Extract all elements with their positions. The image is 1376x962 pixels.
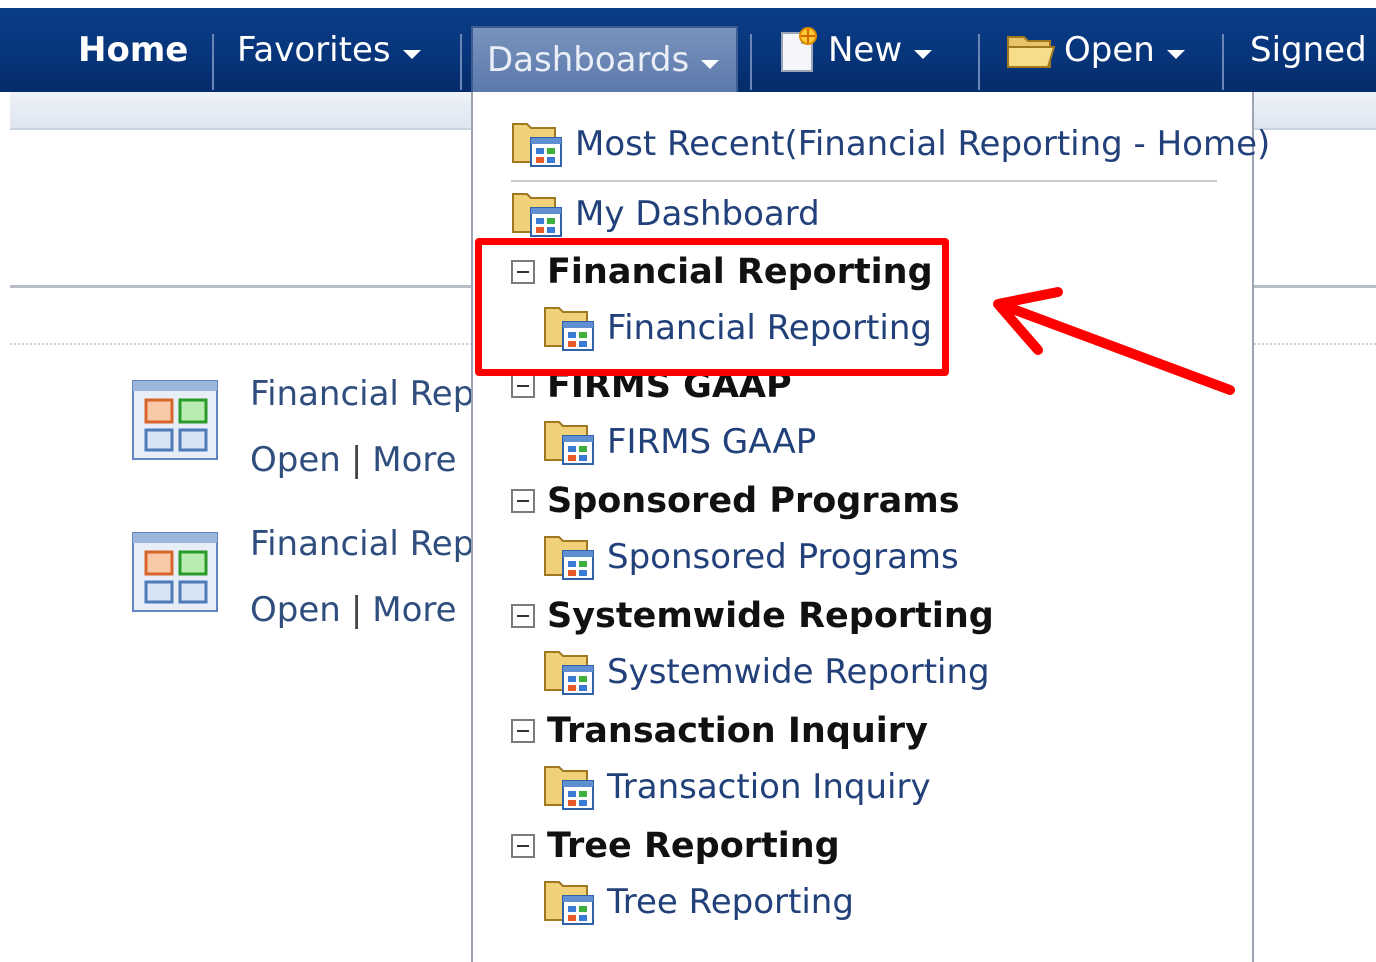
nav-open-label: Open bbox=[1064, 30, 1155, 70]
menu-group-transaction-inquiry[interactable]: Transaction Inquiry bbox=[511, 711, 928, 751]
menu-item-label: FIRMS GAAP bbox=[607, 422, 817, 462]
nav-signed-in-label: Signed I bbox=[1250, 30, 1376, 70]
link-separator: | bbox=[350, 590, 363, 630]
nav-separator bbox=[978, 34, 980, 90]
dashboard-page-icon bbox=[132, 380, 218, 460]
more-link[interactable]: More bbox=[372, 590, 456, 630]
dashboard-card-links: Open | More bbox=[250, 590, 457, 630]
more-link[interactable]: More bbox=[372, 440, 456, 480]
nav-separator bbox=[212, 34, 214, 90]
chevron-down-icon bbox=[402, 49, 421, 59]
nav-home[interactable]: Home bbox=[78, 8, 188, 92]
link-separator: | bbox=[350, 440, 363, 480]
red-arrow-icon bbox=[993, 287, 1235, 395]
menu-group-tree-reporting[interactable]: Tree Reporting bbox=[511, 826, 840, 866]
nav-dashboards-label: Dashboards bbox=[487, 40, 690, 80]
menu-item-sponsored-programs[interactable]: Sponsored Programs bbox=[543, 533, 959, 581]
menu-item-most-recent-label: Most Recent(Financial Reporting - Home) bbox=[575, 124, 1271, 164]
dashboards-dropdown-menu: Most Recent(Financial Reporting - Home) … bbox=[471, 92, 1270, 962]
menu-item-label: Sponsored Programs bbox=[607, 537, 959, 577]
nav-separator bbox=[750, 34, 752, 90]
menu-group-heading: Transaction Inquiry bbox=[547, 711, 928, 751]
menu-item-label: Transaction Inquiry bbox=[607, 767, 931, 807]
collapse-icon[interactable] bbox=[511, 604, 535, 628]
menu-group-heading: Tree Reporting bbox=[547, 826, 840, 866]
nav-new[interactable]: New bbox=[778, 8, 933, 92]
menu-group-sponsored-programs[interactable]: Sponsored Programs bbox=[511, 481, 960, 521]
chevron-down-icon bbox=[1166, 49, 1185, 59]
menu-item-tree-reporting[interactable]: Tree Reporting bbox=[543, 878, 854, 926]
dashboard-folder-icon bbox=[512, 193, 562, 237]
menu-item-my-dashboard-label: My Dashboard bbox=[575, 194, 820, 234]
chevron-down-icon bbox=[701, 59, 720, 69]
dashboard-folder-icon bbox=[512, 123, 562, 167]
chevron-down-icon bbox=[914, 49, 933, 59]
menu-group-heading: Systemwide Reporting bbox=[547, 596, 994, 636]
nav-favorites[interactable]: Favorites bbox=[237, 8, 421, 92]
nav-home-label: Home bbox=[78, 30, 189, 70]
menu-group-heading: Sponsored Programs bbox=[547, 481, 960, 521]
nav-separator bbox=[1222, 34, 1224, 90]
nav-open[interactable]: Open bbox=[1006, 8, 1185, 92]
menu-item-label: Tree Reporting bbox=[607, 882, 854, 922]
collapse-icon[interactable] bbox=[511, 719, 535, 743]
dashboard-card-title[interactable]: Financial Repo bbox=[250, 374, 495, 414]
menu-item-my-dashboard[interactable]: My Dashboard bbox=[511, 190, 820, 238]
nav-signed-in[interactable]: Signed I bbox=[1250, 8, 1376, 92]
open-link[interactable]: Open bbox=[250, 590, 341, 630]
menu-item-transaction-inquiry[interactable]: Transaction Inquiry bbox=[543, 763, 931, 811]
menu-item-label: Systemwide Reporting bbox=[607, 652, 990, 692]
open-link[interactable]: Open bbox=[250, 440, 341, 480]
menu-item-most-recent[interactable]: Most Recent(Financial Reporting - Home) bbox=[511, 120, 1270, 168]
dashboard-card-links: Open | More bbox=[250, 440, 457, 480]
dashboard-folder-icon bbox=[544, 651, 594, 695]
folder-icon bbox=[1007, 36, 1056, 68]
collapse-icon[interactable] bbox=[511, 834, 535, 858]
collapse-icon[interactable] bbox=[511, 374, 535, 398]
nav-new-label: New bbox=[828, 30, 903, 70]
menu-item-systemwide-reporting[interactable]: Systemwide Reporting bbox=[543, 648, 990, 696]
nav-separator bbox=[460, 34, 462, 90]
dashboard-folder-icon bbox=[544, 881, 594, 925]
dashboard-folder-icon bbox=[544, 536, 594, 580]
new-document-icon bbox=[781, 27, 817, 72]
dashboard-folder-icon bbox=[544, 421, 594, 465]
menu-group-systemwide-reporting[interactable]: Systemwide Reporting bbox=[511, 596, 994, 636]
dashboard-folder-icon bbox=[544, 766, 594, 810]
menu-item-firms-gaap[interactable]: FIRMS GAAP bbox=[543, 418, 816, 466]
dashboard-page-icon bbox=[132, 532, 218, 612]
nav-favorites-label: Favorites bbox=[237, 30, 391, 70]
collapse-icon[interactable] bbox=[511, 489, 535, 513]
dashboard-card-title[interactable]: Financial Repo bbox=[250, 524, 495, 564]
highlight-box bbox=[475, 238, 949, 376]
nav-dashboards[interactable]: Dashboards bbox=[471, 26, 738, 92]
menu-divider bbox=[511, 180, 1217, 182]
